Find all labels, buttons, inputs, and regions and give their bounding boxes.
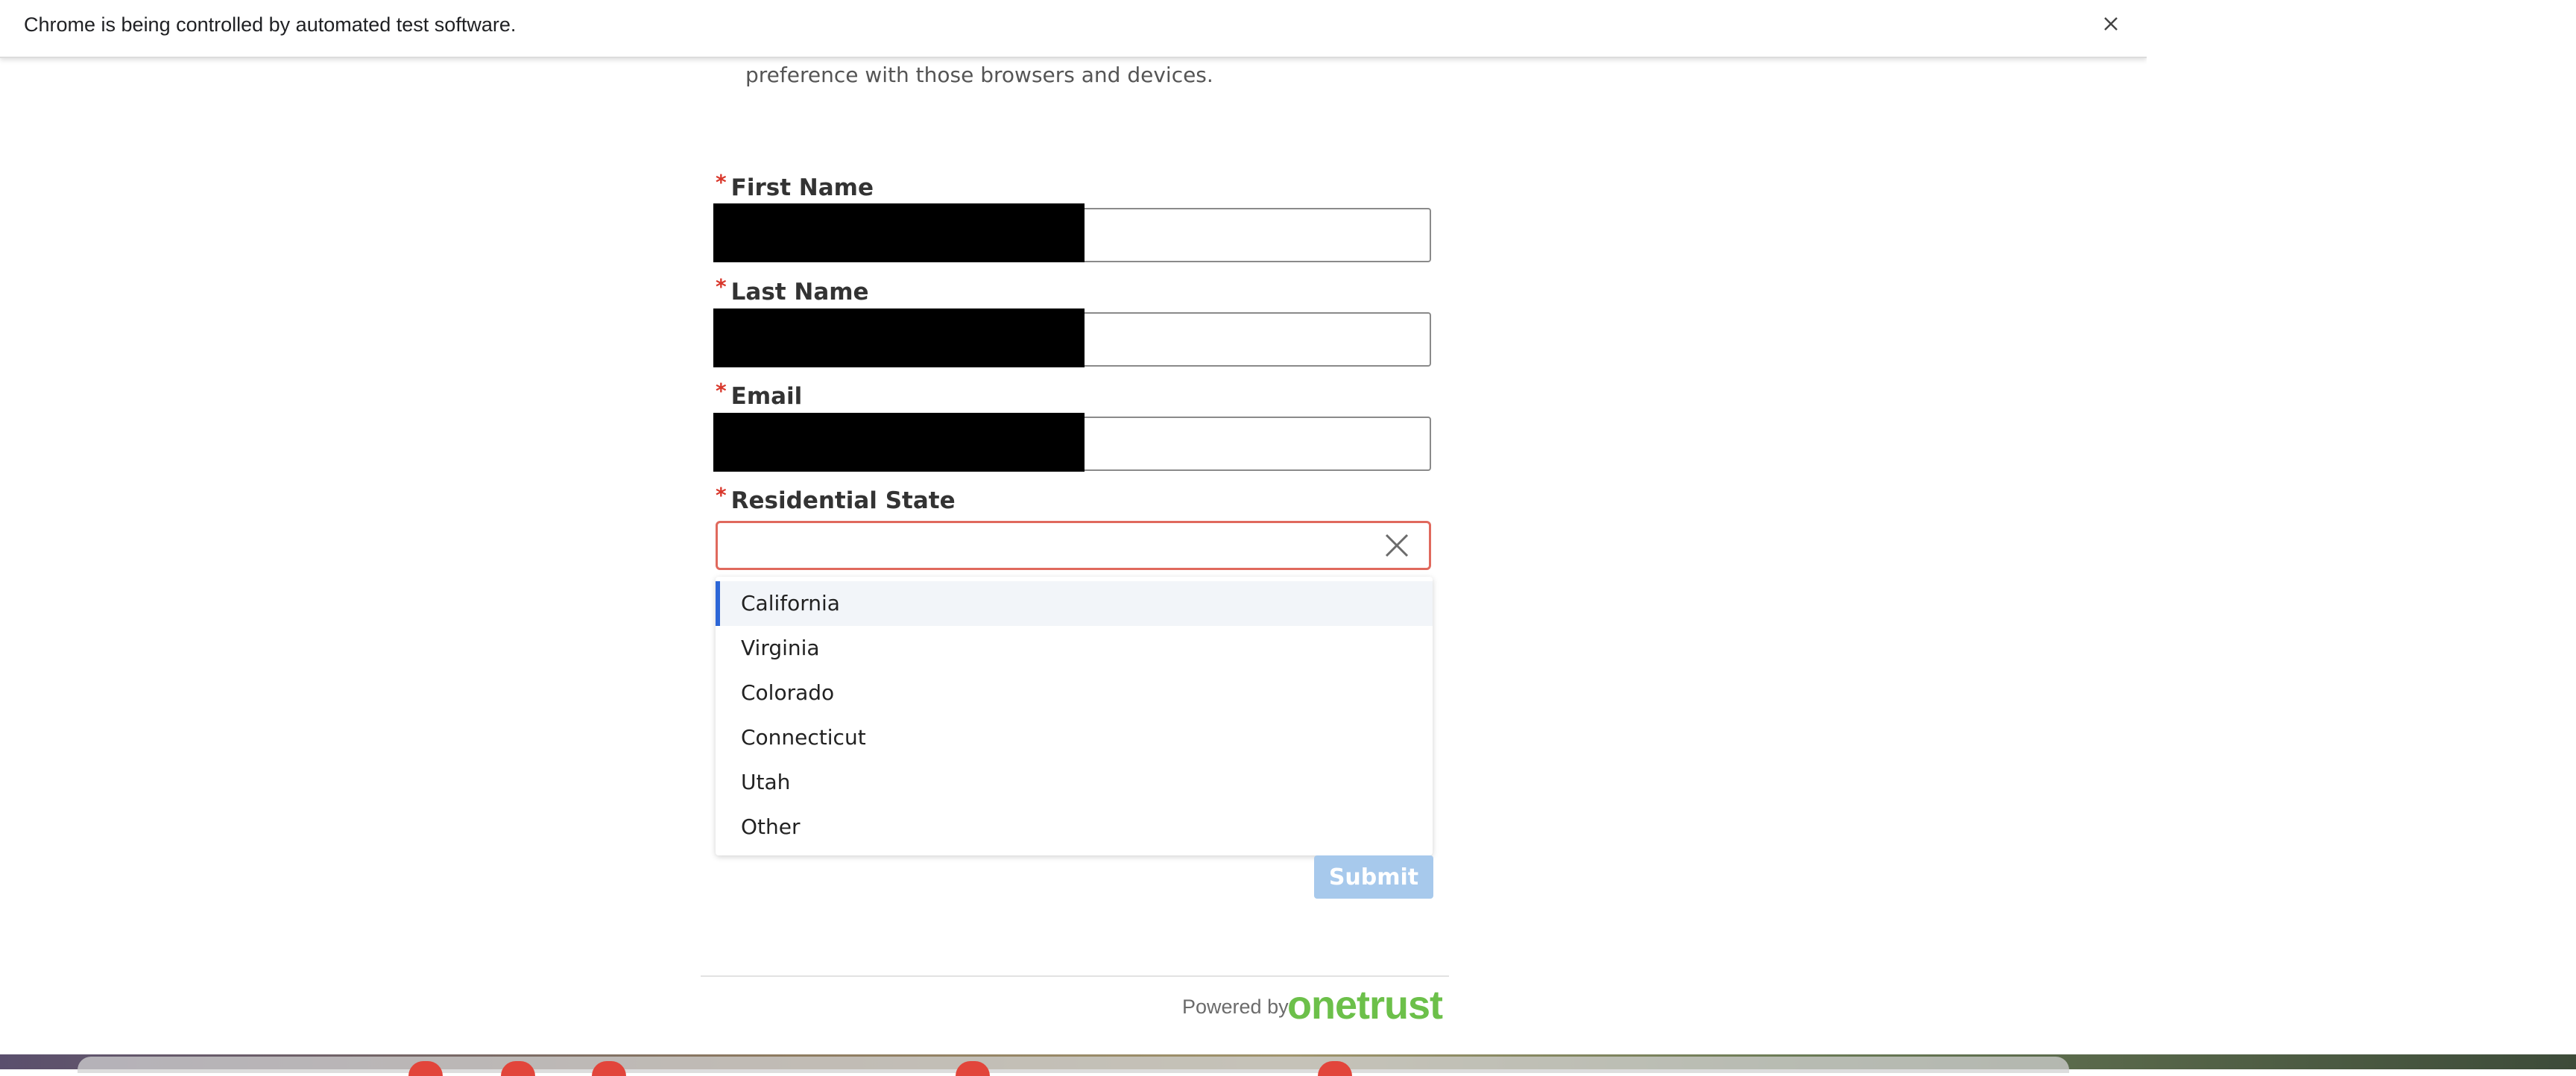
email-label: * Email <box>716 379 802 410</box>
onetrust-logo[interactable]: onetrust <box>1287 982 1443 1028</box>
clear-selection-button[interactable] <box>1380 529 1413 562</box>
automation-infobar: Chrome is being controlled by automated … <box>0 0 2147 58</box>
first-name-label: * First Name <box>716 170 874 201</box>
residential-state-select[interactable] <box>716 521 1431 570</box>
required-marker: * <box>716 170 727 194</box>
dock <box>78 1057 2069 1073</box>
powered-by-text: Powered by <box>1182 996 1289 1018</box>
dropdown-option-connecticut[interactable]: Connecticut <box>716 715 1433 760</box>
redaction-box <box>713 308 1085 367</box>
redaction-box <box>713 203 1085 262</box>
dropdown-option-other[interactable]: Other <box>716 805 1433 849</box>
required-marker: * <box>716 274 727 299</box>
redaction-box <box>713 413 1085 472</box>
required-marker: * <box>716 483 727 507</box>
required-marker: * <box>716 379 727 403</box>
last-name-label: * Last Name <box>716 274 869 306</box>
close-icon <box>1385 534 1409 557</box>
residential-state-label: * Residential State <box>716 483 956 514</box>
consent-form-page: preference with those browsers and devic… <box>0 0 2147 1054</box>
email-label-text: Email <box>730 383 803 410</box>
dropdown-option-california[interactable]: California <box>716 581 1433 626</box>
dropdown-option-utah[interactable]: Utah <box>716 760 1433 805</box>
last-name-label-text: Last Name <box>730 279 869 306</box>
dropdown-option-virginia[interactable]: Virginia <box>716 626 1433 671</box>
close-icon <box>2104 17 2118 31</box>
intro-text: preference with those browsers and devic… <box>745 63 1213 87</box>
residential-state-label-text: Residential State <box>730 487 956 514</box>
submit-button[interactable]: Submit <box>1314 855 1433 899</box>
browser-window: Chrome is being controlled by automated … <box>0 0 2147 1054</box>
infobar-message: Chrome is being controlled by automated … <box>24 13 517 36</box>
infobar-close-button[interactable] <box>2097 10 2124 37</box>
state-dropdown-menu: California Virginia Colorado Connecticut… <box>716 577 1433 855</box>
dropdown-option-colorado[interactable]: Colorado <box>716 671 1433 715</box>
footer-divider <box>701 975 1449 977</box>
first-name-label-text: First Name <box>730 174 874 201</box>
